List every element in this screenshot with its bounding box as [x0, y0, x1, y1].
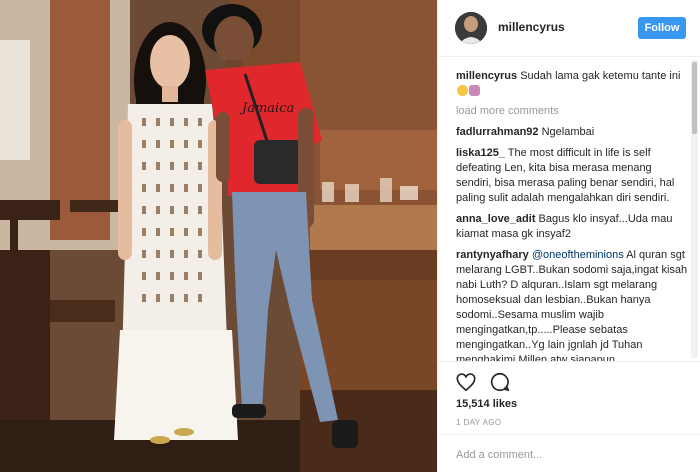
instagram-post: Jamaica millencyrus Follow millencyrus S… — [0, 0, 700, 472]
svg-text:Jamaica: Jamaica — [239, 101, 294, 116]
post-timestamp[interactable]: 1 DAY AGO — [456, 418, 502, 427]
comment-item: rantynyafhary @oneoftheminions Al quran … — [456, 248, 689, 361]
caption-author[interactable]: millencyrus — [456, 70, 517, 82]
header-username[interactable]: millencyrus — [498, 20, 565, 34]
comment-mention-link[interactable]: @oneoftheminions — [532, 249, 624, 261]
comment-text: Al quran sgt melarang LGBT..Bukan sodomi… — [456, 249, 688, 361]
comments-scrollbar-thumb[interactable] — [692, 62, 697, 134]
post-side-panel: millencyrus Follow millencyrus Sudah lam… — [437, 0, 700, 472]
like-count[interactable]: 15,514 likes — [456, 398, 517, 410]
comment-item: anna_love_adit Bagus klo insyaf...Uda ma… — [456, 212, 689, 242]
post-header: millencyrus Follow — [438, 0, 700, 57]
comment-item: liska125_ The most difficult in life is … — [456, 146, 689, 206]
heart-icon[interactable] — [455, 371, 477, 393]
speech-bubble-icon[interactable] — [489, 371, 511, 393]
comments-list[interactable]: millencyrus Sudah lama gak ketemu tante … — [438, 57, 700, 361]
action-bar — [455, 371, 511, 393]
avatar-image — [455, 12, 487, 44]
add-comment-bar — [438, 434, 700, 472]
comment-author[interactable]: rantynyafhary — [456, 249, 529, 261]
comment-text: Ngelambai — [541, 126, 595, 138]
add-comment-input[interactable] — [456, 446, 686, 464]
caption: millencyrus Sudah lama gak ketemu tante … — [456, 69, 689, 99]
avatar[interactable] — [455, 12, 487, 44]
post-footer: 15,514 likes 1 DAY AGO — [438, 361, 700, 472]
smiling-face-icon — [457, 85, 468, 96]
load-more-comments-link[interactable]: load more comments — [456, 105, 689, 117]
caption-text: Sudah lama gak ketemu tante ini — [520, 70, 681, 82]
comment-author[interactable]: anna_love_adit — [456, 213, 535, 225]
post-photo[interactable]: Jamaica — [0, 0, 437, 472]
comment-author[interactable]: liska125_ — [456, 147, 505, 159]
comment-item: fadlurrahman92 Ngelambai — [456, 125, 689, 140]
woman-gesturing-icon — [469, 85, 480, 96]
photo-illustration: Jamaica — [0, 0, 437, 472]
follow-button[interactable]: Follow — [638, 17, 686, 39]
comment-author[interactable]: fadlurrahman92 — [456, 126, 539, 138]
